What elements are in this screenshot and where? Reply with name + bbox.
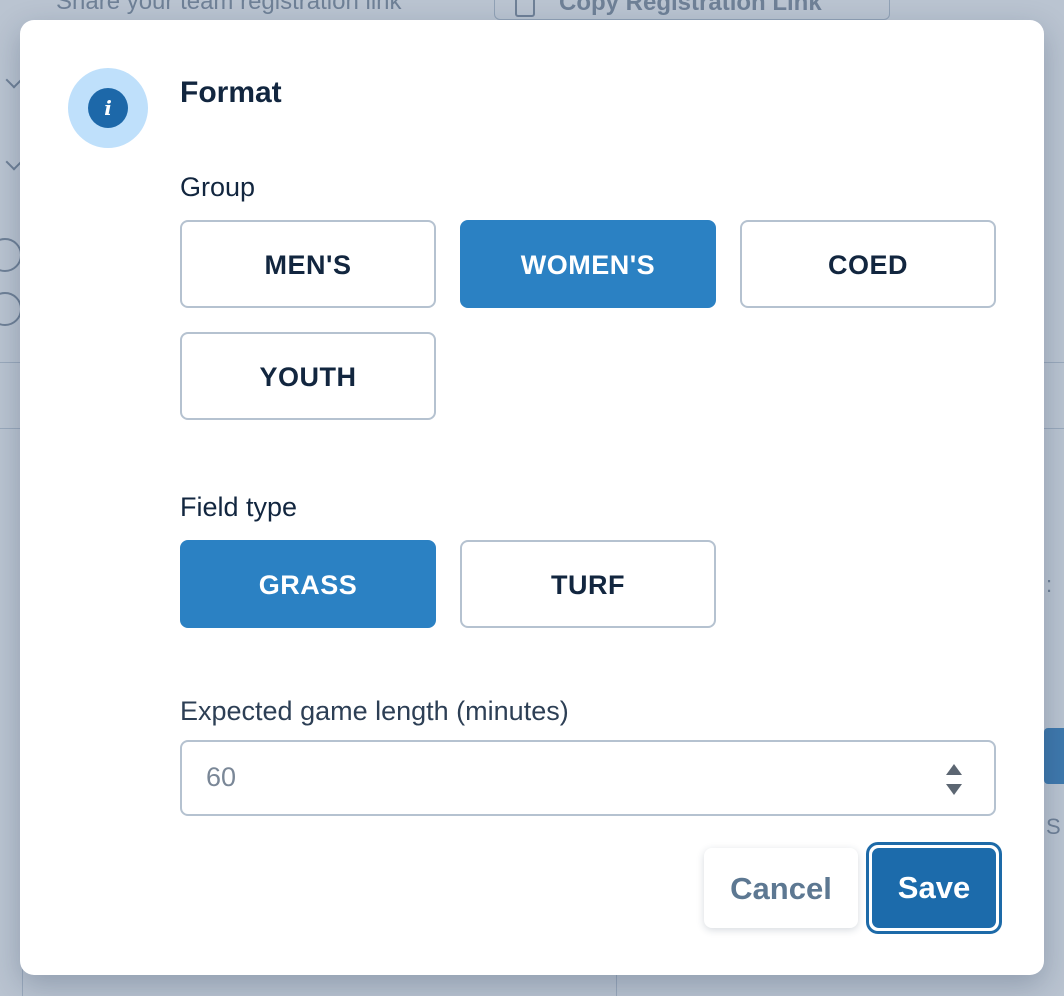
dialog-title: Format [180, 76, 282, 109]
decrement-arrow-icon[interactable] [946, 784, 962, 795]
game-length-input[interactable]: 60 [180, 740, 996, 816]
group-option-youth[interactable]: YOUTH [180, 332, 436, 420]
save-button-label: Save [872, 848, 996, 928]
increment-arrow-icon[interactable] [946, 764, 962, 775]
field-type-label: Field type [180, 492, 298, 522]
info-icon: i [88, 88, 128, 128]
group-option-womens[interactable]: WOMEN'S [460, 220, 716, 308]
group-label: Group [180, 172, 256, 202]
cancel-button[interactable]: Cancel [704, 848, 858, 928]
number-stepper[interactable] [944, 762, 964, 798]
group-option-mens[interactable]: MEN'S [180, 220, 436, 308]
info-badge: i [68, 68, 148, 148]
field-type-option-turf[interactable]: TURF [460, 540, 716, 628]
group-option-coed[interactable]: COED [740, 220, 996, 308]
game-length-value: 60 [206, 762, 237, 792]
field-type-option-grass[interactable]: GRASS [180, 540, 436, 628]
format-dialog: i Format Group MEN'S WOMEN'S COED YOUTH … [20, 20, 1044, 975]
game-length-label: Expected game length (minutes) [180, 696, 569, 726]
save-button[interactable]: Save [866, 842, 1002, 934]
